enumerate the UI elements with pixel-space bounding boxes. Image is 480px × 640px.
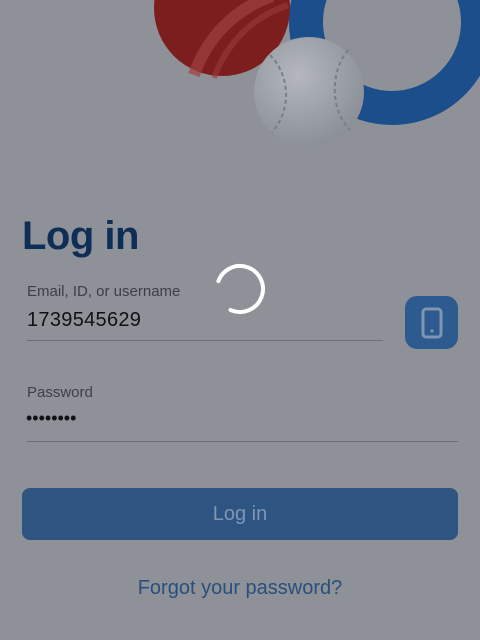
password-field-underline xyxy=(27,441,458,442)
hero-illustration xyxy=(154,0,480,147)
email-field-value[interactable]: 1739545629 xyxy=(27,309,141,332)
email-field-label: Email, ID, or username xyxy=(27,283,181,300)
password-field-value[interactable]: •••••••• xyxy=(26,408,76,429)
smartphone-icon xyxy=(421,307,442,338)
forgot-password-link[interactable]: Forgot your password? xyxy=(0,577,480,600)
login-button[interactable]: Log in xyxy=(22,488,458,540)
page-title: Log in xyxy=(22,214,139,258)
password-field-label: Password xyxy=(27,384,93,401)
baseball-icon xyxy=(254,37,364,147)
email-field-underline xyxy=(27,340,383,341)
use-phone-button[interactable] xyxy=(405,296,458,349)
loading-spinner-icon xyxy=(215,264,265,314)
